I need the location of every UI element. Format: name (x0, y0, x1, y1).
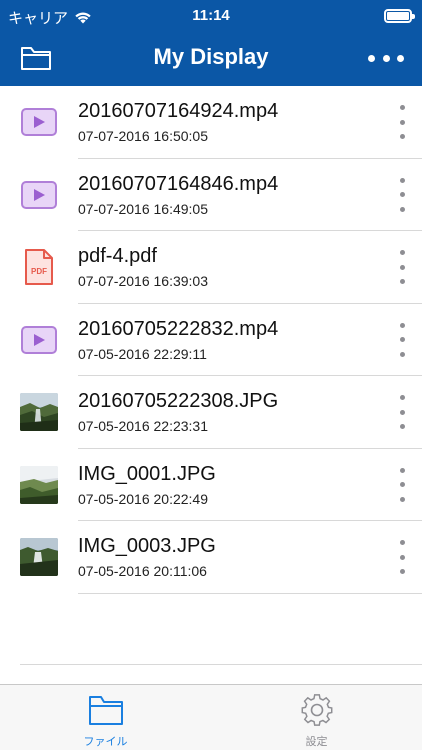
file-options-button[interactable] (392, 102, 412, 142)
more-dot-icon (397, 54, 404, 62)
kebab-dot-icon (399, 482, 405, 487)
file-date: 07-05-2016 22:23:31 (78, 418, 208, 434)
file-row[interactable]: IMG_0003.JPG 07-05-2016 20:11:06 (0, 521, 422, 594)
kebab-dot-icon (399, 554, 405, 560)
tab-bar: ファイル 設定 (0, 684, 422, 750)
status-time: 11:14 (192, 7, 230, 24)
file-options-button[interactable] (392, 537, 412, 577)
file-list: 20160707164924.mp4 07-07-2016 16:50:05 2… (0, 86, 422, 594)
file-date: 07-05-2016 20:22:49 (78, 490, 208, 507)
kebab-dot-icon (399, 322, 405, 328)
tab-label: 設定 (305, 736, 328, 748)
kebab-dot-icon (399, 279, 405, 284)
kebab-dot-icon (399, 496, 405, 502)
kebab-dot-icon (399, 105, 405, 110)
tab-label: ファイル (83, 736, 128, 748)
file-options-button[interactable] (392, 175, 412, 215)
file-date: 07-07-2016 16:49:05 (78, 200, 208, 217)
file-row[interactable]: 20160707164846.mp4 07-07-2016 16:49:05 (0, 159, 422, 232)
kebab-dot-icon (399, 540, 405, 545)
file-row[interactable]: 20160707164924.mp4 07-07-2016 16:50:05 (0, 86, 422, 159)
file-row[interactable]: PDF pdf-4.pdf 07-07-2016 16:39:03 (0, 231, 422, 304)
kebab-dot-icon (399, 337, 405, 342)
battery-icon (384, 9, 415, 23)
file-name: IMG_0001.JPG (78, 462, 216, 485)
tab-settings[interactable]: 設定 (211, 685, 422, 750)
file-date: 07-05-2016 20:11:06 (78, 563, 207, 579)
file-name: IMG_0003.JPG (78, 535, 216, 557)
file-options-button[interactable] (392, 392, 412, 432)
photo-thumbnail (20, 538, 58, 576)
tab-files[interactable]: ファイル (0, 685, 211, 750)
video-file-icon (20, 176, 58, 214)
file-name: 20160707164846.mp4 (78, 172, 279, 195)
file-name: 20160707164924.mp4 (78, 100, 279, 122)
file-date: 07-05-2016 22:29:11 (78, 345, 207, 362)
kebab-dot-icon (399, 351, 405, 357)
video-file-icon (20, 321, 58, 359)
file-row[interactable]: IMG_0001.JPG 07-05-2016 20:22:49 (0, 449, 422, 522)
status-bar: キャリア 11:14 (0, 0, 422, 32)
kebab-dot-icon (399, 119, 405, 125)
file-options-button[interactable] (392, 247, 412, 287)
photo-thumbnail (20, 393, 58, 431)
kebab-dot-icon (399, 134, 405, 139)
kebab-dot-icon (399, 192, 405, 197)
pdf-icon-label: PDF (31, 267, 47, 276)
file-options-button[interactable] (392, 465, 412, 505)
file-date: 07-07-2016 16:50:05 (78, 128, 208, 144)
folder-icon (88, 696, 123, 725)
nav-bar: My Display (0, 32, 422, 86)
more-dot-icon (368, 54, 375, 62)
file-row[interactable]: 20160705222832.mp4 07-05-2016 22:29:11 (0, 304, 422, 377)
kebab-dot-icon (399, 250, 405, 255)
list-bottom-divider (20, 664, 422, 665)
photo-thumbnail (20, 465, 58, 504)
more-dot-icon (382, 54, 390, 62)
page-title: My Display (153, 44, 269, 69)
video-file-icon (20, 103, 58, 141)
kebab-dot-icon (399, 395, 405, 400)
kebab-dot-icon (399, 467, 405, 473)
file-date: 07-07-2016 16:39:03 (78, 273, 208, 289)
gear-icon (301, 694, 332, 726)
kebab-dot-icon (399, 206, 405, 212)
kebab-dot-icon (399, 424, 405, 429)
more-options-button[interactable] (368, 44, 404, 72)
kebab-dot-icon (399, 409, 405, 415)
pdf-file-icon: PDF (20, 248, 58, 286)
kebab-dot-icon (399, 569, 405, 574)
file-name: 20160705222832.mp4 (78, 317, 279, 340)
file-name: pdf-4.pdf (78, 245, 157, 267)
file-options-button[interactable] (392, 320, 412, 360)
file-row[interactable]: 20160705222308.JPG 07-05-2016 22:23:31 (0, 376, 422, 449)
kebab-dot-icon (399, 264, 405, 270)
kebab-dot-icon (399, 177, 405, 183)
file-name: 20160705222308.JPG (78, 390, 279, 412)
